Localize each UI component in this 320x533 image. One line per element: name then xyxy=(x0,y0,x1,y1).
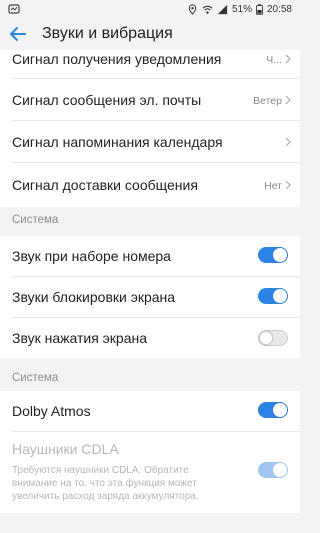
chevron-right-icon xyxy=(285,180,291,190)
row-label: Сигнал получения уведомления xyxy=(12,51,222,67)
battery-icon xyxy=(256,3,263,15)
row-label: Dolby Atmos xyxy=(12,403,91,419)
system-sounds-card: Звук при наборе номера Звуки блокировки … xyxy=(0,236,300,358)
toggle-knob xyxy=(259,331,273,345)
back-arrow-icon[interactable] xyxy=(8,24,28,44)
row-label: Звук при наборе номера xyxy=(12,248,171,264)
row-dolby-atmos[interactable]: Dolby Atmos xyxy=(0,391,300,431)
row-label: Сигнал доставки сообщения xyxy=(12,177,198,193)
touch-sound-toggle[interactable] xyxy=(258,330,288,346)
row-label: Звук нажатия экрана xyxy=(12,330,148,346)
row-label: Звуки блокировки экрана xyxy=(12,289,176,305)
section-header-system: Система xyxy=(12,214,59,226)
toggle-knob xyxy=(273,289,287,303)
notification-app-icon xyxy=(8,4,20,14)
chevron-right-icon xyxy=(285,54,291,64)
cdla-toggle xyxy=(258,462,288,478)
row-label: Наушники CDLA xyxy=(12,441,119,457)
chevron-right-icon xyxy=(285,95,291,105)
row-value: Нет xyxy=(264,180,282,192)
chevron-right-icon xyxy=(285,137,291,147)
status-bar: 51% 20:58 xyxy=(0,0,300,18)
row-label: Сигнал сообщения эл. почты xyxy=(12,92,202,108)
row-calendar-sound[interactable]: Сигнал напоминания календаря xyxy=(0,120,300,162)
row-cdla-headphones: Наушники CDLA Требуются наушники CDLA. О… xyxy=(0,431,300,513)
row-dialpad-sound[interactable]: Звук при наборе номера xyxy=(0,236,300,276)
row-delivery-sound[interactable]: Сигнал доставки сообщения Нет xyxy=(0,162,300,207)
row-touch-sound[interactable]: Звук нажатия экрана xyxy=(0,317,300,358)
battery-percent: 51% xyxy=(231,3,252,15)
ringtones-card: Сигнал получения уведомления Ч... Сигнал… xyxy=(0,50,300,207)
row-lockscreen-sound[interactable]: Звуки блокировки экрана xyxy=(0,276,300,317)
section-header-system-2: Система xyxy=(12,372,59,384)
dolby-atmos-toggle[interactable] xyxy=(258,402,288,418)
row-label: Сигнал напоминания календаря xyxy=(12,134,223,150)
status-icons: 51% 20:58 xyxy=(187,3,292,15)
dialpad-sound-toggle[interactable] xyxy=(258,247,288,263)
toggle-knob xyxy=(273,403,287,417)
wifi-icon xyxy=(202,5,213,14)
app-bar: Звуки и вибрация xyxy=(0,18,300,50)
clock: 20:58 xyxy=(266,3,292,15)
row-email-sound[interactable]: Сигнал сообщения эл. почты Ветер xyxy=(0,78,300,120)
toggle-knob xyxy=(273,463,287,477)
audio-effects-card: Dolby Atmos Наушники CDLA Требуются науш… xyxy=(0,391,300,513)
lockscreen-sound-toggle[interactable] xyxy=(258,288,288,304)
toggle-knob xyxy=(273,248,287,262)
cdla-description: Требуются наушники CDLA. Обратите вниман… xyxy=(12,465,199,502)
page-title: Звуки и вибрация xyxy=(42,25,173,42)
row-value: Ч... xyxy=(266,54,282,66)
row-value: Ветер xyxy=(253,95,282,107)
location-icon xyxy=(188,3,197,15)
signal-icon xyxy=(217,4,228,14)
